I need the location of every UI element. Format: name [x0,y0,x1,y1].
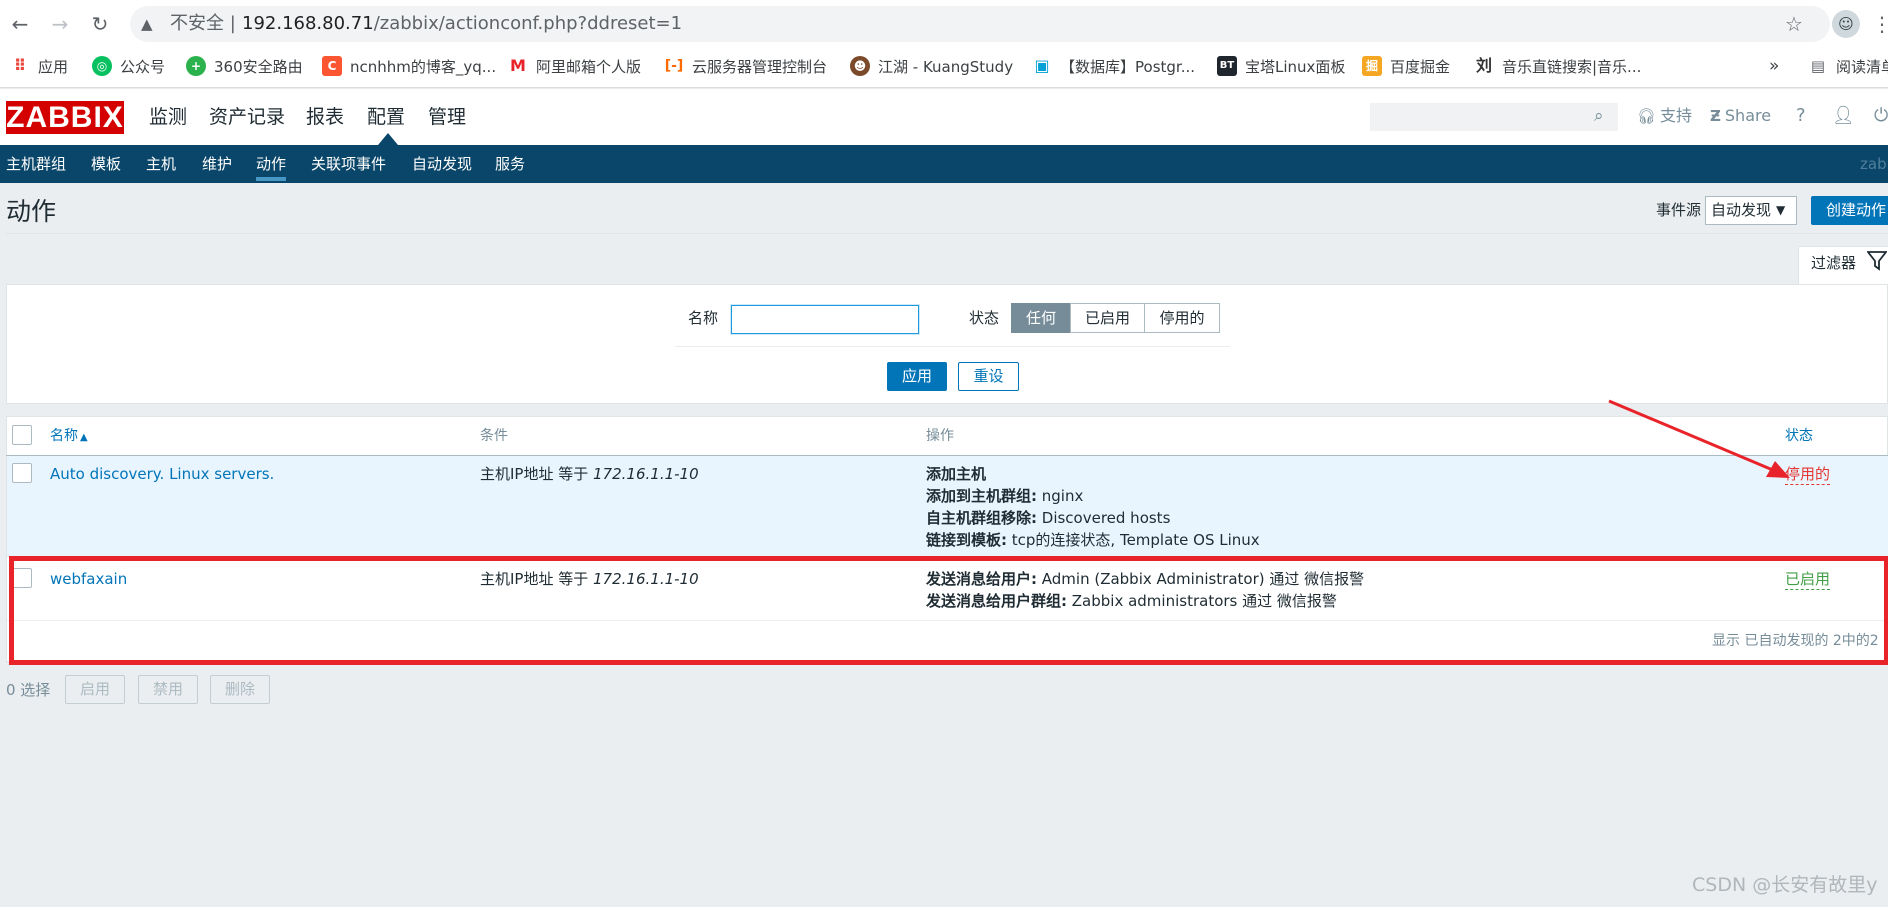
create-action-button[interactable]: 创建动作 [1811,196,1888,225]
zabbix-logo[interactable]: ZABBIX [6,101,124,134]
select-all-checkbox[interactable] [12,425,32,445]
filter-tab-label[interactable]: 过滤器 [1811,253,1856,273]
subnav-host-groups[interactable]: 主机群组 [6,154,66,174]
filter-panel [6,284,1888,404]
profile-avatar-icon[interactable]: ☺ [1832,10,1860,38]
alimail-icon: M [508,56,528,76]
bookmark-kuangstudy[interactable]: ☻ 江湖 - KuangStudy [850,54,1013,78]
top-menu-administration[interactable]: 管理 [428,104,466,130]
360-icon: + [186,56,206,76]
operation-line: 链接到模板: tcp的连接状态, Template OS Linux [926,531,1260,549]
filter-status-label: 状态 [969,309,1000,327]
column-header-name[interactable]: 名称 ▲ [50,426,88,448]
bookmark-bt-panel[interactable]: BT 宝塔Linux面板 [1217,54,1345,78]
bookmark-music[interactable]: 刘音乐直链搜索|音乐... [1474,54,1641,78]
bt-icon: BT [1217,56,1237,76]
wechat-icon: ◎ [92,56,112,76]
filter-name-label: 名称 [688,309,719,327]
apps-grid-icon: ⠿ [10,56,30,76]
column-header-conditions: 条件 [480,428,508,444]
sort-asc-icon: ▲ [80,432,88,443]
more-bookmarks-button[interactable]: » [1769,54,1779,78]
active-subnav-underline [256,177,286,181]
warning-triangle-icon[interactable]: ▲ [141,14,161,34]
juejin-icon: 掘 [1362,56,1382,76]
csdn-c-icon: C [322,56,342,76]
aliyun-icon: [-] [664,56,684,76]
action-name-link[interactable]: Auto discovery. Linux servers. [50,464,274,484]
share-z-icon: Ƶ [1710,107,1721,125]
annotation-arrow [1608,399,1790,478]
title-divider [6,233,1888,234]
subnav-services[interactable]: 服务 [495,154,525,174]
kuangstudy-icon: ☻ [850,56,870,76]
operation-line: 添加主机 [926,465,987,483]
top-menu-monitoring[interactable]: 监测 [149,104,187,130]
subnav-actions[interactable]: 动作 [256,154,286,174]
bookmark-csdn-blog[interactable]: Cncnhhm的博客_yq... [322,54,496,78]
bookmark-360[interactable]: +360安全路由 [186,54,303,78]
global-search-input[interactable] [1370,103,1618,131]
music-icon: 刘 [1474,56,1494,76]
headset-icon: 🎧︎ [1637,107,1657,125]
bilibili-icon: ▣ [1032,56,1052,76]
share-link[interactable]: Ƶ Share [1710,106,1771,126]
selected-count: 0 选择 [6,681,51,699]
top-menu-configuration[interactable]: 配置 [367,104,405,130]
reload-icon[interactable]: ↻ [88,12,112,36]
delete-selected-button[interactable]: 删除 [210,675,270,704]
bookmark-aliyun[interactable]: [-] 云服务器管理控制台 [664,54,827,78]
support-link[interactable]: 🎧︎ 支持 [1637,106,1692,126]
disable-selected-button[interactable]: 禁用 [138,675,198,704]
subnav-hosts[interactable]: 主机 [146,154,176,174]
status-any-option[interactable]: 任何 [1011,303,1071,333]
user-profile-icon[interactable]: 👤︎ [1832,105,1855,127]
insecure-label: 不安全 | [170,13,236,34]
help-icon[interactable]: ? [1796,105,1806,127]
bookmark-alimail[interactable]: M 阿里邮箱个人版 [508,54,641,78]
top-menu-inventory[interactable]: 资产记录 [209,104,285,130]
search-icon[interactable]: ⌕ [1594,105,1614,127]
signout-power-icon[interactable]: ⏻ [1874,105,1888,127]
subnav-event-correlation[interactable]: 关联项事件 [311,154,386,174]
subnav-templates[interactable]: 模板 [91,154,121,174]
chevron-down-icon: ▼ [1776,203,1786,217]
column-header-operations: 操作 [926,428,954,444]
bookmark-wechat[interactable]: ◎ 公众号 [92,54,165,78]
reset-filter-button[interactable]: 重设 [958,362,1019,391]
reading-list-button[interactable]: ▤阅读清单 [1808,54,1888,78]
filter-name-input[interactable] [731,305,919,334]
page-title: 动作 [6,197,57,226]
bookmark-star-icon[interactable]: ☆ [1782,12,1806,36]
subnav-user-label: zabb [1860,155,1888,173]
operation-line: 添加到主机群组: nginx [926,487,1084,505]
active-menu-pointer [378,133,398,145]
action-condition: 主机IP地址 等于 172.16.1.1-10 [480,465,699,483]
row-checkbox[interactable] [12,463,32,483]
top-menu-reports[interactable]: 报表 [306,104,344,130]
reading-list-icon: ▤ [1808,56,1828,76]
subnav-maintenance[interactable]: 维护 [202,154,232,174]
annotation-highlight-box [9,556,1888,665]
browser-menu-icon[interactable]: ⋮ [1872,12,1888,36]
bookmark-juejin[interactable]: 掘百度掘金 [1362,54,1450,78]
enable-selected-button[interactable]: 启用 [65,675,125,704]
back-arrow-icon[interactable]: ← [8,12,32,36]
subnav-discovery[interactable]: 自动发现 [412,154,472,174]
apply-filter-button[interactable]: 应用 [887,362,947,391]
url-text[interactable]: 192.168.80.71/zabbix/actionconf.php?ddre… [242,13,682,35]
bookmark-bilibili[interactable]: ▣ 【数据库】Postgr... [1032,54,1195,78]
operation-line: 自主机群组移除: Discovered hosts [926,509,1171,527]
bookmark-apps[interactable]: ⠿ 应用 [10,54,68,78]
filter-divider [675,346,1230,347]
status-disabled-option[interactable]: 停用的 [1144,303,1220,333]
event-source-label: 事件源 [1656,201,1702,219]
csdn-watermark: CSDN @长安有故里y [1692,874,1878,896]
status-enabled-option[interactable]: 已启用 [1070,303,1145,333]
forward-arrow-icon[interactable]: → [48,12,72,36]
filter-funnel-icon[interactable] [1867,250,1887,272]
